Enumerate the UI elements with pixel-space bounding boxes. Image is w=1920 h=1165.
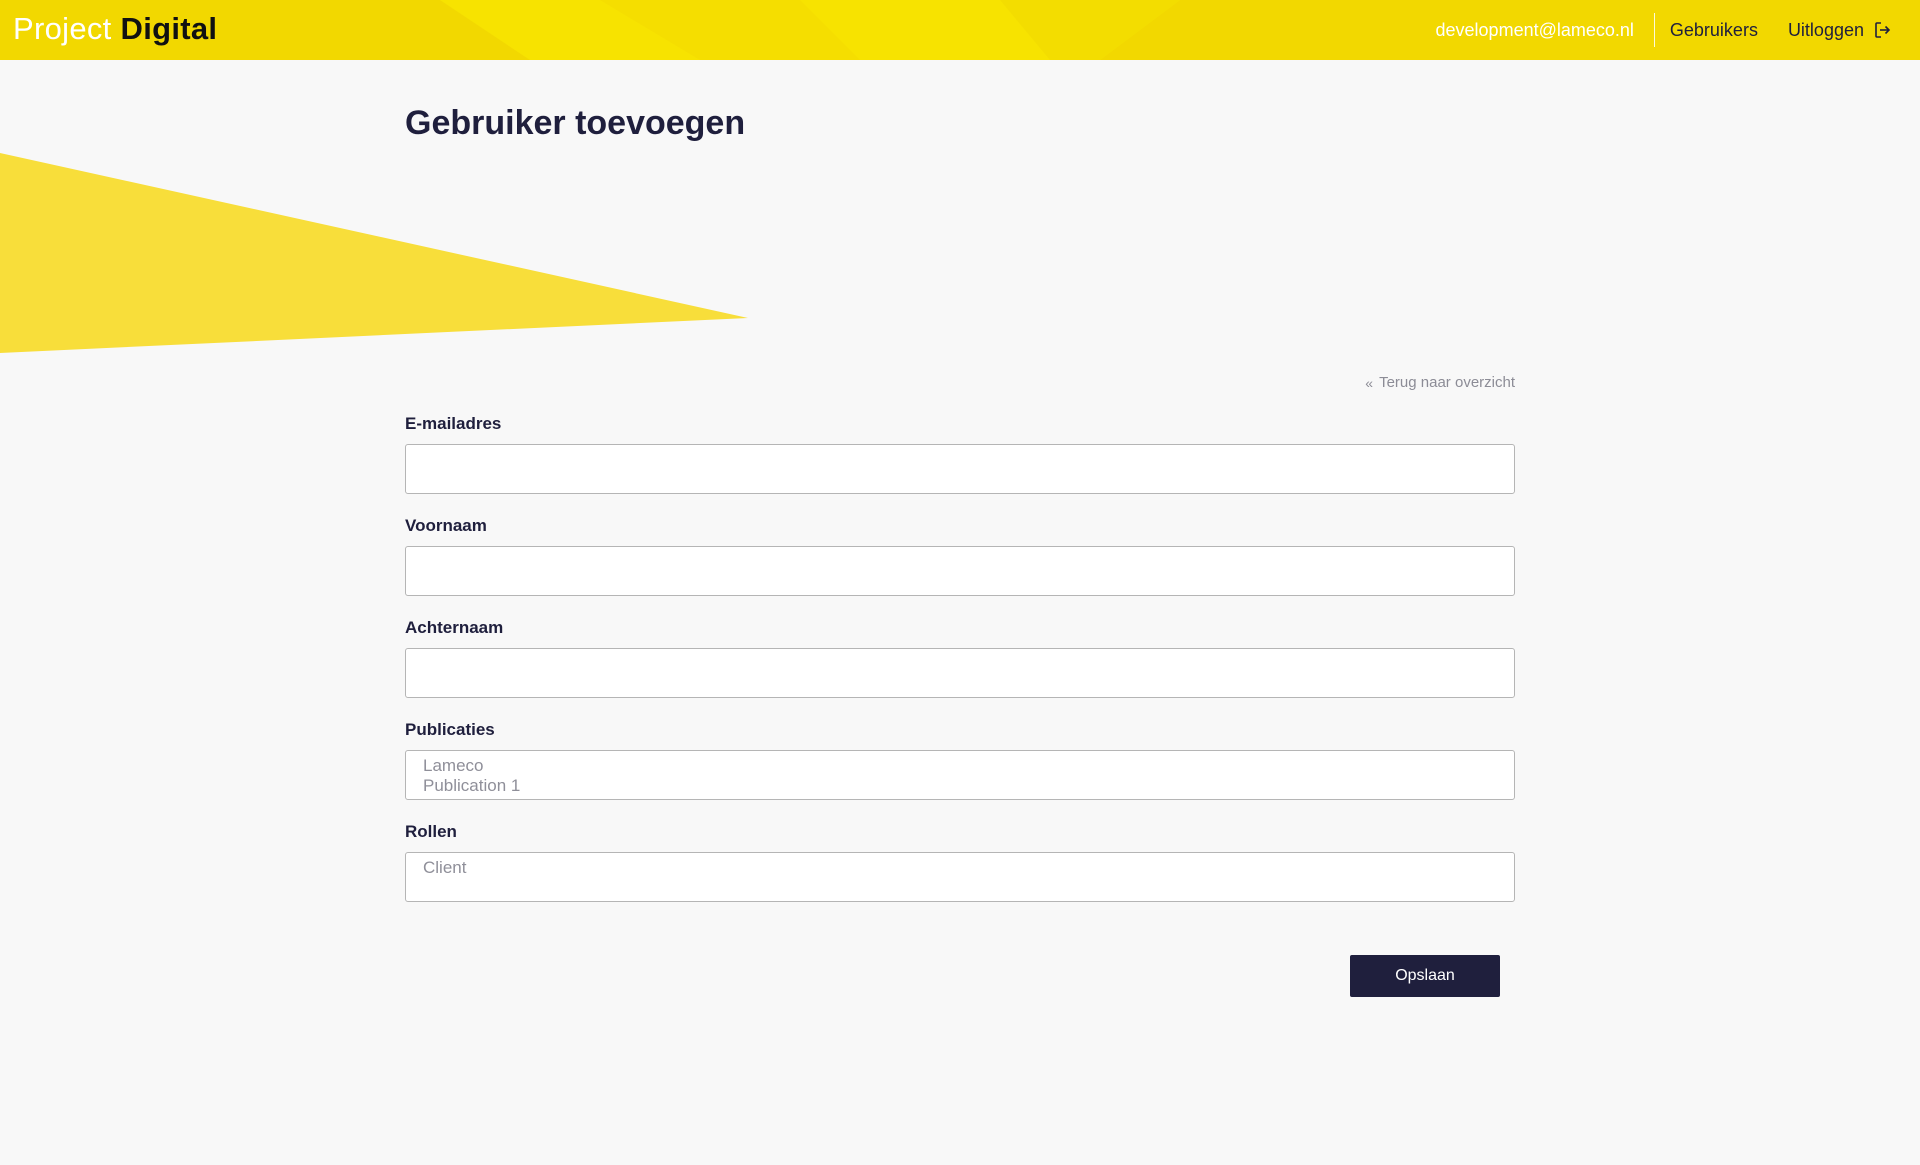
publications-field-group: Publicaties Lameco Publication 1 <box>405 720 1515 800</box>
add-user-form: E-mailadres Voornaam Achternaam Publicat… <box>405 414 1515 924</box>
roles-multiselect[interactable]: Client <box>405 852 1515 902</box>
top-navigation: development@lameco.nl Gebruikers Uitlogg… <box>1436 0 1892 60</box>
roles-field-group: Rollen Client <box>405 822 1515 902</box>
back-link-label: Terug naar overzicht <box>1379 374 1515 391</box>
logout-icon <box>1875 22 1891 38</box>
user-email: development@lameco.nl <box>1436 13 1655 47</box>
publication-option[interactable]: Lameco <box>423 756 1497 776</box>
publications-label: Publicaties <box>405 720 495 739</box>
logout-link[interactable]: Uitloggen <box>1788 20 1892 41</box>
decorative-triangle <box>0 153 748 353</box>
logout-label: Uitloggen <box>1787 19 1864 40</box>
role-option[interactable]: Client <box>423 858 1497 878</box>
publications-multiselect[interactable]: Lameco Publication 1 <box>405 750 1515 800</box>
email-input[interactable] <box>405 444 1515 494</box>
top-header: Project Digital development@lameco.nl Ge… <box>0 0 1920 60</box>
brand-name-light: Project <box>13 11 112 46</box>
first-name-field-group: Voornaam <box>405 516 1515 596</box>
last-name-field-group: Achternaam <box>405 618 1515 698</box>
save-button[interactable]: Opslaan <box>1350 955 1500 997</box>
page-title: Gebruiker toevoegen <box>405 104 746 142</box>
brand-logo[interactable]: Project Digital <box>13 10 217 48</box>
email-field-group: E-mailadres <box>405 414 1515 494</box>
nav-users-link[interactable]: Gebruikers <box>1670 20 1758 41</box>
brand-name-bold: Digital <box>120 11 218 46</box>
email-label: E-mailadres <box>405 414 502 433</box>
first-name-label: Voornaam <box>405 516 487 535</box>
double-chevron-left-icon: « <box>1365 374 1374 391</box>
back-to-overview-link[interactable]: « Terug naar overzicht <box>1365 374 1515 391</box>
publication-option[interactable]: Publication 1 <box>423 776 1497 796</box>
first-name-input[interactable] <box>405 546 1515 596</box>
roles-label: Rollen <box>405 822 457 841</box>
last-name-input[interactable] <box>405 648 1515 698</box>
last-name-label: Achternaam <box>405 618 504 637</box>
